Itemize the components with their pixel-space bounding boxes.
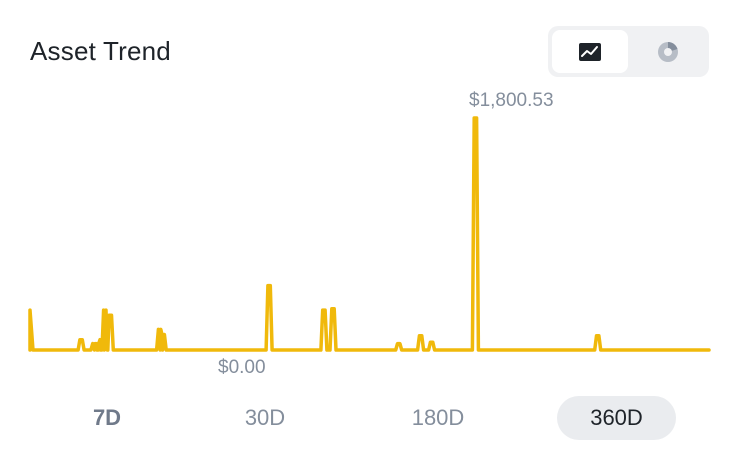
range-button-180d[interactable]: 180D xyxy=(395,396,481,440)
series-line xyxy=(28,116,711,352)
time-range-selector: 7D 30D 180D 360D xyxy=(0,394,738,444)
max-value-label: $1,800.53 xyxy=(469,90,554,111)
range-button-30d[interactable]: 30D xyxy=(228,396,302,440)
range-button-7d[interactable]: 7D xyxy=(70,396,144,440)
range-button-360d[interactable]: 360D xyxy=(557,396,676,440)
min-value-label: $0.00 xyxy=(218,357,266,378)
asset-trend-chart xyxy=(28,116,711,352)
